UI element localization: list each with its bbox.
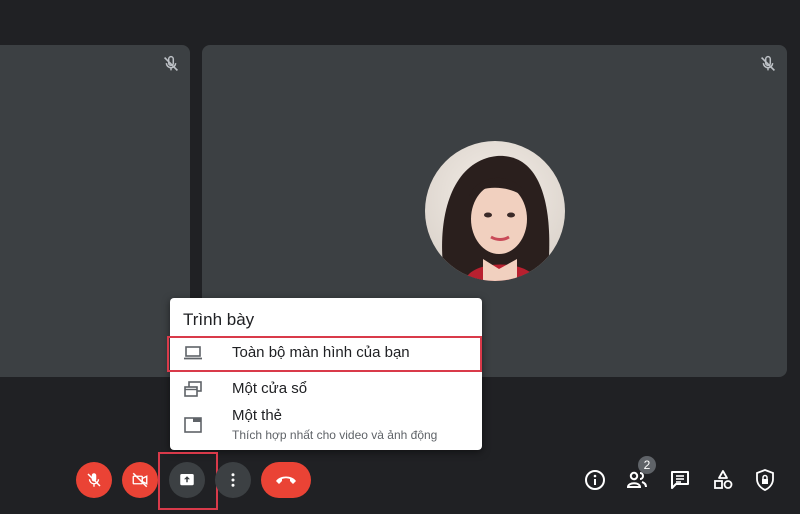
entire-screen-highlight <box>167 336 482 372</box>
participant-avatar <box>425 141 565 281</box>
menu-item-label: Một thẻ <box>232 407 283 424</box>
window-icon <box>184 381 202 397</box>
mic-muted-icon <box>760 55 776 72</box>
leave-call-button[interactable] <box>261 462 311 498</box>
menu-item-sublabel: Thích hợp nhất cho video và ảnh động <box>232 428 438 442</box>
host-controls-lock-icon[interactable] <box>753 468 777 492</box>
participant-tile-left <box>0 45 190 377</box>
meeting-details-button[interactable] <box>583 468 607 492</box>
mic-toggle-button[interactable] <box>76 462 112 498</box>
mic-off-icon <box>87 473 101 487</box>
activities-button[interactable] <box>711 468 735 492</box>
camera-toggle-button[interactable] <box>122 462 158 498</box>
participants-count-badge: 2 <box>638 456 656 474</box>
chat-button[interactable] <box>668 468 692 492</box>
present-now-button[interactable] <box>169 462 205 498</box>
mic-muted-icon <box>163 55 179 72</box>
present-menu-title: Trình bày <box>183 310 255 329</box>
tab-icon <box>184 417 202 433</box>
hang-up-icon <box>276 476 296 484</box>
more-options-button[interactable] <box>215 462 251 498</box>
more-vert-icon <box>231 473 235 487</box>
present-tab-item[interactable]: Một thẻ Thích hợp nhất cho video và ảnh … <box>170 404 482 448</box>
present-menu: Trình bày Toàn bộ màn hình của bạn Một c… <box>170 298 482 450</box>
present-window-item[interactable]: Một cửa sổ <box>170 374 482 404</box>
camera-off-icon <box>132 472 148 488</box>
menu-item-label: Một cửa sổ <box>232 380 308 397</box>
present-screen-icon <box>180 474 194 486</box>
